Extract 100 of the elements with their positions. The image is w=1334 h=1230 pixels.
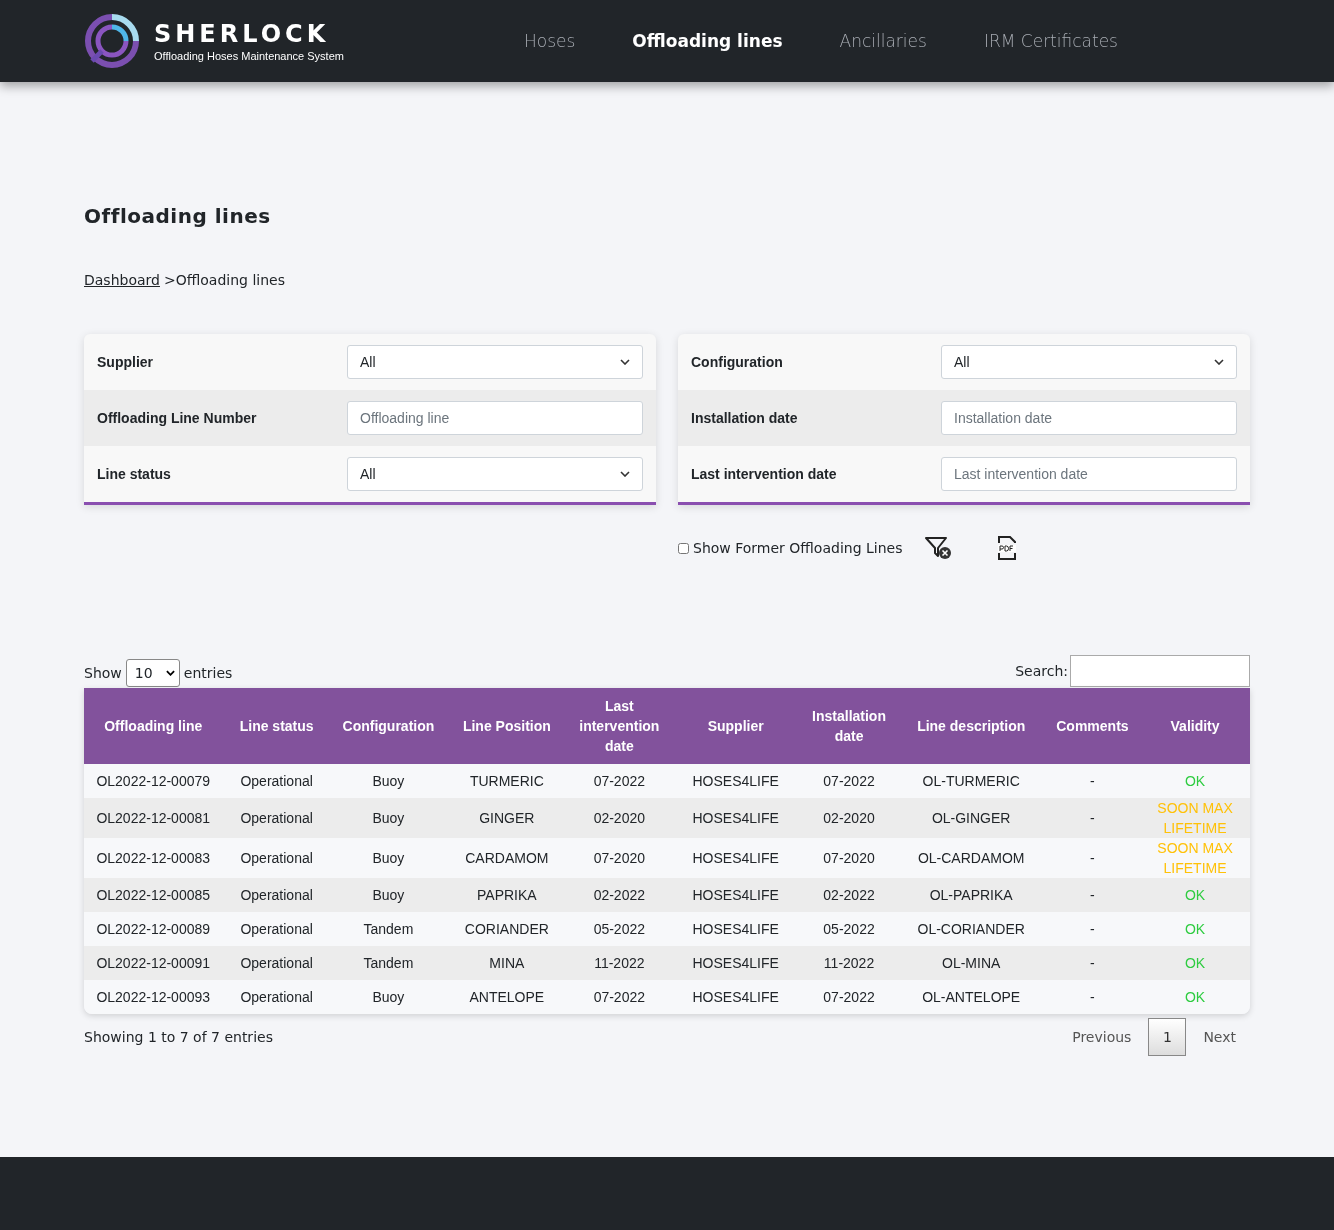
previous-link[interactable]: Previous	[1072, 1029, 1132, 1045]
validity-status: SOON MAX LIFETIME	[1140, 838, 1250, 878]
filter-label: Offloading Line Number	[97, 410, 257, 426]
column-header[interactable]: Validity	[1140, 688, 1250, 764]
nav-link[interactable]: Offloading lines	[632, 31, 783, 51]
table-cell: 07-2022	[567, 980, 671, 1014]
table-cell: 07-2022	[800, 980, 898, 1014]
table-cell: 02-2022	[800, 878, 898, 912]
table-cell: HOSES4LIFE	[671, 764, 801, 798]
table-cell: HOSES4LIFE	[671, 946, 801, 980]
next-link[interactable]: Next	[1203, 1029, 1236, 1045]
validity-status: OK	[1140, 946, 1250, 980]
table-cell: Buoy	[330, 980, 447, 1014]
table-cell: -	[1044, 838, 1141, 878]
table-cell: Buoy	[330, 764, 447, 798]
table-cell: Operational	[222, 946, 331, 980]
clear-filter-icon[interactable]	[924, 536, 953, 560]
pdf-file-icon[interactable]	[996, 535, 1019, 561]
column-header[interactable]: Last intervention date	[567, 688, 671, 764]
select-field[interactable]: All	[347, 345, 643, 379]
table-cell: Operational	[222, 980, 331, 1014]
table-info: Showing 1 to 7 of 7 entries	[84, 1029, 273, 1045]
table-cell: TURMERIC	[446, 764, 568, 798]
column-header[interactable]: Line status	[222, 688, 331, 764]
brand-tagline: Offloading Hoses Maintenance System	[154, 50, 344, 62]
checkbox-label: Show Former Offloading Lines	[693, 540, 903, 556]
table-cell: CARDAMOM	[446, 838, 568, 878]
validity-status: SOON MAX LIFETIME	[1140, 798, 1250, 838]
input-field[interactable]: Last intervention date	[941, 457, 1237, 491]
validity-status: OK	[1140, 980, 1250, 1014]
chevron-down-icon	[1214, 359, 1224, 365]
nav-link[interactable]: Hoses	[524, 31, 576, 51]
table-cell: -	[1044, 980, 1141, 1014]
table-cell: OL-ANTELOPE	[897, 980, 1045, 1014]
table-cell: 02-2022	[567, 878, 671, 912]
logo-icon	[84, 13, 140, 69]
page-button[interactable]: 1	[1148, 1018, 1187, 1056]
table-cell: HOSES4LIFE	[671, 980, 801, 1014]
table-cell: OL-CORIANDER	[897, 912, 1045, 946]
column-header[interactable]: Offloading line	[84, 688, 223, 764]
table-cell: Operational	[222, 838, 331, 878]
filter-label: Configuration	[691, 354, 783, 370]
table-cell: Buoy	[330, 798, 447, 838]
table-cell: 05-2022	[800, 912, 898, 946]
table-cell: HOSES4LIFE	[671, 798, 801, 838]
table-cell: Tandem	[330, 946, 447, 980]
validity-status: OK	[1140, 912, 1250, 946]
filter-label: Last intervention date	[691, 466, 837, 482]
breadcrumb-link[interactable]: Dashboard	[84, 272, 160, 288]
chevron-down-icon	[620, 471, 630, 477]
table-cell: 02-2020	[567, 798, 671, 838]
table-cell: OL2022-12-00093	[84, 980, 223, 1014]
search-label: Search:	[1015, 663, 1068, 679]
page-size-select[interactable]: 10	[125, 659, 180, 687]
table-cell: Operational	[222, 912, 331, 946]
table-cell: -	[1044, 798, 1141, 838]
table-cell: -	[1044, 878, 1141, 912]
nav-link[interactable]: Ancillaries	[839, 31, 927, 51]
column-header[interactable]: Line Position	[446, 688, 568, 764]
table-cell: 07-2022	[567, 764, 671, 798]
search-field[interactable]	[1070, 655, 1250, 687]
table-cell: GINGER	[446, 798, 568, 838]
column-header[interactable]: Configuration	[330, 688, 447, 764]
nav-link[interactable]: IRM Certificates	[983, 31, 1118, 51]
validity-status: OK	[1140, 764, 1250, 798]
table-cell: OL2022-12-00079	[84, 764, 223, 798]
table-cell: CORIANDER	[446, 912, 568, 946]
checkbox[interactable]	[678, 542, 689, 554]
column-header[interactable]: Line description	[897, 688, 1045, 764]
table-cell: OL-MINA	[897, 946, 1045, 980]
table-cell: 11-2022	[800, 946, 898, 980]
table-cell: MINA	[446, 946, 568, 980]
table-cell: OL2022-12-00085	[84, 878, 223, 912]
chevron-down-icon	[620, 359, 630, 365]
breadcrumb-current: >Offloading lines	[163, 272, 285, 288]
table-cell: 05-2022	[567, 912, 671, 946]
select-field[interactable]: All	[347, 457, 643, 491]
table-cell: OL-TURMERIC	[897, 764, 1045, 798]
table-cell: Buoy	[330, 878, 447, 912]
filter-label: Line status	[97, 466, 171, 482]
page-title: Offloading lines	[84, 204, 272, 228]
table-cell: OL2022-12-00081	[84, 798, 223, 838]
table-cell: -	[1044, 946, 1141, 980]
select-field[interactable]: All	[941, 345, 1237, 379]
table-cell: OL2022-12-00083	[84, 838, 223, 878]
table-cell: -	[1044, 912, 1141, 946]
column-header[interactable]: Comments	[1044, 688, 1141, 764]
filter-label: Supplier	[97, 354, 153, 370]
input-field[interactable]: Installation date	[941, 401, 1237, 435]
filter-label: Installation date	[691, 410, 798, 426]
column-header[interactable]: Installation date	[800, 688, 898, 764]
table-cell: 11-2022	[567, 946, 671, 980]
table-cell: Tandem	[330, 912, 447, 946]
show-label: Show	[84, 665, 122, 681]
table-cell: OL-GINGER	[897, 798, 1045, 838]
table-cell: Operational	[222, 798, 331, 838]
table-cell: OL2022-12-00091	[84, 946, 223, 980]
column-header[interactable]: Supplier	[671, 688, 801, 764]
table-cell: Operational	[222, 878, 331, 912]
input-field[interactable]: Offloading line	[347, 401, 643, 435]
